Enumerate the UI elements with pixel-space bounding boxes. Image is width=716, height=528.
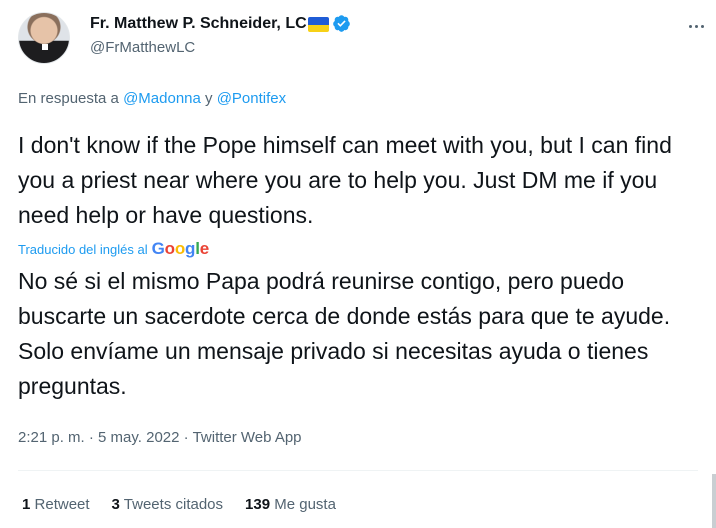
tweet-date[interactable]: 5 may. 2022: [98, 429, 179, 446]
author-name-row: Fr. Matthew P. Schneider, LC: [90, 14, 351, 33]
meta-separator: ·: [88, 429, 94, 446]
likes-stat[interactable]: 139 Me gusta: [245, 496, 336, 513]
scrollbar[interactable]: [712, 474, 716, 528]
tweet-header: Fr. Matthew P. Schneider, LC @FrMatthewL…: [18, 8, 708, 70]
author-name[interactable]: Fr. Matthew P. Schneider, LC: [90, 15, 307, 33]
reply-conjunction: y: [205, 90, 213, 107]
meta-separator: ·: [183, 429, 189, 446]
google-logo: Google: [151, 239, 210, 258]
reply-user-madonna[interactable]: @Madonna: [123, 90, 201, 107]
reply-prefix: En respuesta a: [18, 90, 119, 107]
tweet-meta: 2:21 p. m. · 5 may. 2022 · Twitter Web A…: [18, 429, 302, 446]
likes-count: 139: [245, 496, 271, 513]
ukraine-flag-icon: [307, 17, 329, 32]
quotes-label: Tweets citados: [123, 496, 224, 513]
avatar[interactable]: [18, 12, 70, 64]
tweet-original-text: I don't know if the Pope himself can mee…: [18, 132, 672, 228]
tweet-stats: 1 Retweet 3 Tweets citados 139 Me gusta: [22, 496, 336, 513]
translation-attribution: Traducido del inglés al Google: [18, 239, 209, 259]
retweets-count: 1: [22, 496, 31, 513]
reply-context: En respuesta a @Madonna y @Pontifex: [18, 90, 286, 107]
more-options-icon[interactable]: [684, 16, 708, 36]
quotes-count: 3: [111, 496, 120, 513]
retweets-stat[interactable]: 1 Retweet: [22, 496, 90, 513]
author-handle[interactable]: @FrMatthewLC: [90, 39, 195, 56]
tweet-time[interactable]: 2:21 p. m.: [18, 429, 85, 446]
divider: [18, 470, 698, 471]
reply-user-pontifex[interactable]: @Pontifex: [217, 90, 286, 107]
retweets-label: Retweet: [34, 496, 90, 513]
quotes-stat[interactable]: 3 Tweets citados: [112, 496, 223, 513]
verified-badge-icon[interactable]: [332, 14, 351, 33]
translated-label[interactable]: Traducido del inglés al: [18, 242, 148, 257]
tweet-source[interactable]: Twitter Web App: [193, 429, 302, 446]
likes-label: Me gusta: [274, 496, 336, 513]
tweet-translated-text: No sé si el mismo Papa podrá reunirse co…: [18, 268, 671, 399]
